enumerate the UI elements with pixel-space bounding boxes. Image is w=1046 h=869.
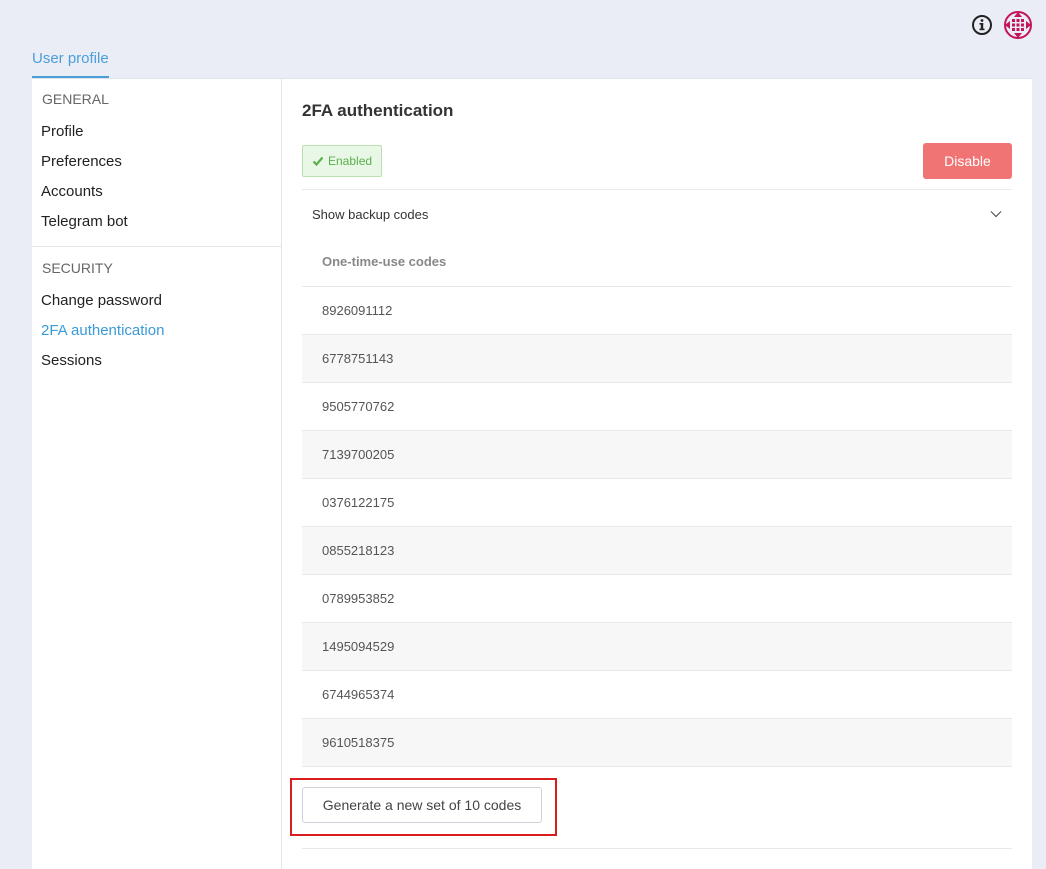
disable-button[interactable]: Disable [923, 143, 1012, 179]
table-row: 9505770762 [302, 382, 1012, 431]
code-cell: 6744965374 [302, 670, 1012, 719]
status-row: Enabled Disable [302, 143, 1012, 179]
header-icons [971, 10, 1033, 40]
table-row: 6778751143 [302, 334, 1012, 383]
status-badge-label: Enabled [328, 154, 373, 168]
settings-sidebar: GENERAL Profile Preferences Accounts Tel… [32, 79, 282, 869]
sidebar-item-preferences[interactable]: Preferences [32, 147, 281, 177]
code-cell: 0376122175 [302, 478, 1012, 527]
table-row: 9610518375 [302, 718, 1012, 767]
tab-user-profile[interactable]: User profile [32, 44, 109, 78]
avatar-icon[interactable] [1003, 10, 1033, 40]
profile-panel: GENERAL Profile Preferences Accounts Tel… [32, 78, 1032, 869]
sidebar-item-change-password[interactable]: Change password [32, 286, 281, 316]
table-row: 7139700205 [302, 430, 1012, 479]
code-cell: 6778751143 [302, 334, 1012, 383]
code-cell: 9505770762 [302, 382, 1012, 431]
status-badge: Enabled [302, 145, 383, 177]
table-row: 8926091112 [302, 286, 1012, 335]
table-row: 0855218123 [302, 526, 1012, 575]
page-title: 2FA authentication [302, 101, 454, 120]
code-cell: 9610518375 [302, 718, 1012, 767]
table-row: 1495094529 [302, 622, 1012, 671]
table-row: 0376122175 [302, 478, 1012, 527]
sidebar-item-telegram-bot[interactable]: Telegram bot [32, 207, 281, 237]
sidebar-heading-general: GENERAL [42, 91, 109, 107]
backup-codes-table: One-time-use codes 8926091112 6778751143… [302, 238, 1012, 767]
sidebar-item-accounts[interactable]: Accounts [32, 177, 281, 207]
code-cell: 0855218123 [302, 526, 1012, 575]
code-cell: 7139700205 [302, 430, 1012, 479]
sidebar-item-2fa-authentication[interactable]: 2FA authentication [32, 316, 281, 346]
generate-codes-button[interactable]: Generate a new set of 10 codes [302, 786, 542, 823]
sidebar-heading-security: SECURITY [42, 260, 113, 276]
codes-column-header: One-time-use codes [302, 238, 1012, 287]
sidebar-section-general: GENERAL Profile Preferences Accounts Tel… [32, 79, 281, 246]
sidebar-item-sessions[interactable]: Sessions [32, 346, 281, 376]
table-row: 0789953852 [302, 574, 1012, 623]
2fa-content: 2FA authentication Enabled Disable Show … [282, 79, 1032, 869]
check-icon [312, 156, 324, 167]
code-cell: 0789953852 [302, 574, 1012, 623]
generate-area: Generate a new set of 10 codes [290, 767, 1012, 849]
info-icon[interactable] [971, 14, 993, 36]
accordion-label: Show backup codes [312, 206, 429, 222]
code-cell: 1495094529 [302, 622, 1012, 671]
tab-bar: User profile [32, 44, 109, 78]
table-row: 6744965374 [302, 670, 1012, 719]
chevron-down-icon [990, 211, 1002, 218]
sidebar-section-security: SECURITY Change password 2FA authenticat… [32, 246, 281, 385]
sidebar-item-profile[interactable]: Profile [32, 117, 281, 147]
backup-codes-toggle[interactable]: Show backup codes [302, 189, 1012, 238]
code-cell: 8926091112 [302, 286, 1012, 335]
